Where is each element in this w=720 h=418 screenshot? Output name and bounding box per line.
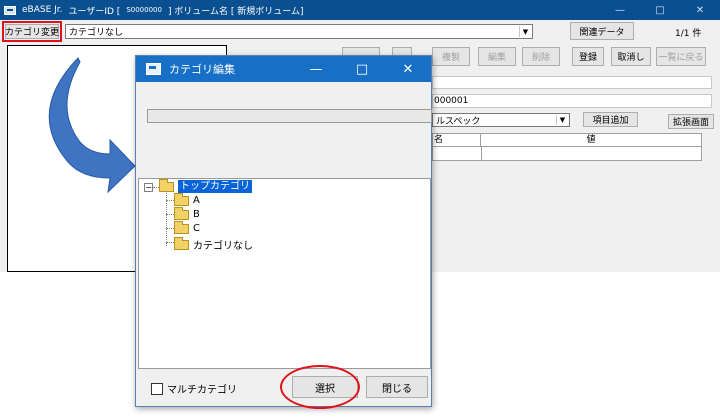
folder-icon: [174, 192, 189, 206]
add-item-button[interactable]: 項目追加: [583, 112, 638, 127]
chevron-down-icon[interactable]: ▼: [556, 115, 568, 125]
tree-connector: [166, 200, 174, 201]
grid-header-name: 名: [433, 134, 481, 147]
folder-open-icon: [159, 178, 174, 192]
grid-header-value: 値: [481, 134, 701, 147]
category-edit-dialog: カテゴリ編集 — □ ✕ − トップカテゴリ A B C カテゴリなし マルチカ…: [135, 55, 432, 407]
spec-select[interactable]: ルスペック ▼: [432, 113, 570, 127]
tree-connector: [166, 242, 174, 243]
back-to-list-button[interactable]: 一覧に戻る: [656, 47, 706, 66]
related-data-button[interactable]: 関連データ: [570, 22, 634, 40]
volume-label: ] ボリューム名 [ 新規ボリューム]: [167, 6, 304, 17]
dialog-minimize-icon[interactable]: —: [293, 62, 339, 77]
folder-icon: [174, 236, 189, 250]
tree-item-label: B: [193, 209, 200, 220]
tree-item-no-category[interactable]: カテゴリなし: [174, 236, 253, 252]
detail-id-field: 000001: [432, 94, 712, 108]
close-button[interactable]: 閉じる: [366, 376, 428, 398]
tree-item-root[interactable]: トップカテゴリ: [159, 178, 252, 193]
detail-id-value: 000001: [434, 96, 469, 106]
user-id-label: ユーザーID [: [68, 6, 121, 17]
maximize-icon[interactable]: □: [640, 5, 680, 16]
expand-screen-button[interactable]: 拡張画面: [668, 114, 714, 129]
tree-item-c[interactable]: C: [174, 220, 200, 234]
curved-arrow-annotation: [48, 57, 136, 194]
register-button[interactable]: 登録: [572, 47, 604, 66]
delete-button[interactable]: 削除: [522, 47, 560, 66]
category-select[interactable]: カテゴリなし ▼: [65, 24, 533, 39]
tree-item-label: C: [193, 223, 200, 234]
item-grid[interactable]: 名 値: [432, 133, 702, 161]
tree-item-label: カテゴリなし: [193, 241, 253, 252]
cancel-button[interactable]: 取消し: [611, 47, 651, 66]
main-title: eBASE Jr. ユーザーID [ S0000000 ] ボリューム名 [ 新…: [0, 4, 304, 17]
app-icon: [4, 5, 16, 15]
window-icon: [146, 63, 161, 75]
grid-row-divider: [481, 147, 482, 160]
folder-icon: [174, 220, 189, 234]
user-id-value: S0000000: [126, 6, 162, 14]
main-titlebar: eBASE Jr. ユーザーID [ S0000000 ] ボリューム名 [ 新…: [0, 0, 720, 20]
tree-item-root-label: トップカテゴリ: [178, 180, 252, 193]
multi-category-option[interactable]: マルチカテゴリ: [151, 381, 237, 396]
category-tree[interactable]: − トップカテゴリ A B C カテゴリなし: [138, 178, 431, 369]
page-count: 1/1 件: [675, 29, 702, 39]
tree-item-label: A: [193, 195, 200, 206]
category-change-highlight: [2, 21, 62, 42]
edit-button[interactable]: 編集: [478, 47, 516, 66]
tree-item-b[interactable]: B: [174, 206, 200, 220]
dialog-titlebar: カテゴリ編集 — □ ✕: [136, 56, 431, 82]
chevron-down-icon[interactable]: ▼: [519, 26, 531, 37]
app-name: eBASE Jr.: [22, 5, 63, 15]
copy-button[interactable]: 複製: [432, 47, 470, 66]
select-button-highlight: [280, 365, 360, 409]
spec-select-value: ルスペック: [436, 116, 481, 127]
tree-connector: [166, 214, 174, 215]
dialog-text-field: [147, 109, 432, 123]
tree-connector: [166, 228, 174, 229]
folder-icon: [174, 206, 189, 220]
category-select-value: カテゴリなし: [69, 28, 124, 38]
multi-category-checkbox[interactable]: [151, 382, 163, 395]
tree-expander-minus-icon[interactable]: −: [144, 183, 153, 192]
dialog-title: カテゴリ編集: [169, 63, 235, 76]
tree-item-a[interactable]: A: [174, 192, 200, 206]
dialog-close-icon[interactable]: ✕: [385, 62, 431, 77]
dialog-maximize-icon[interactable]: □: [339, 62, 385, 77]
close-icon[interactable]: ✕: [680, 5, 720, 16]
minimize-icon[interactable]: —: [600, 5, 640, 16]
multi-category-label: マルチカテゴリ: [167, 385, 237, 396]
detail-blank-field: [432, 76, 712, 89]
